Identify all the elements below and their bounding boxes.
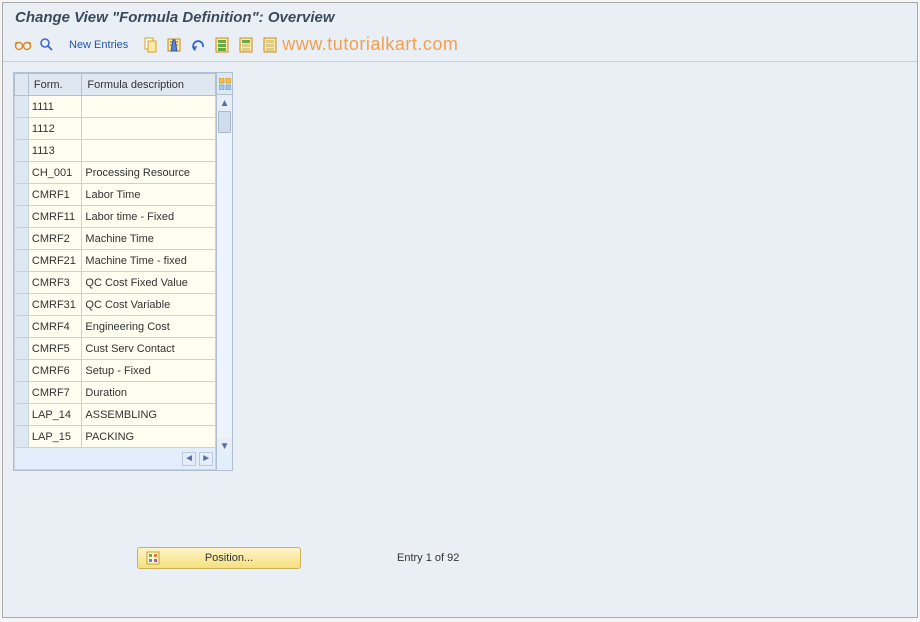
select-block-icon[interactable] bbox=[236, 35, 256, 55]
row-selector[interactable] bbox=[15, 162, 29, 184]
row-selector[interactable] bbox=[15, 272, 29, 294]
form-description-input[interactable] bbox=[82, 96, 215, 117]
form-description-input[interactable] bbox=[82, 272, 215, 293]
form-key-input[interactable] bbox=[29, 294, 82, 315]
table-row bbox=[15, 360, 216, 382]
row-marker-header[interactable] bbox=[15, 74, 29, 96]
scroll-up-icon[interactable]: ▲ bbox=[217, 95, 232, 111]
form-key-input[interactable] bbox=[29, 360, 82, 381]
table-row bbox=[15, 206, 216, 228]
app-window: Change View "Formula Definition": Overvi… bbox=[2, 2, 918, 618]
position-icon bbox=[146, 551, 160, 565]
row-selector[interactable] bbox=[15, 96, 29, 118]
table-row bbox=[15, 250, 216, 272]
form-key-input[interactable] bbox=[29, 426, 82, 447]
form-description-input[interactable] bbox=[82, 250, 215, 271]
watermark-text: www.tutorialkart.com bbox=[282, 34, 458, 55]
form-description-input[interactable] bbox=[82, 426, 215, 447]
page-title: Change View "Formula Definition": Overvi… bbox=[3, 3, 917, 30]
find-icon[interactable] bbox=[37, 35, 57, 55]
formula-table-container: Form. Formula description ◄ ► bbox=[13, 72, 233, 471]
form-key-input[interactable] bbox=[29, 162, 82, 183]
toolbar: New Entries www.tutorialkart.com bbox=[3, 30, 917, 62]
form-key-input[interactable] bbox=[29, 382, 82, 403]
form-description-input[interactable] bbox=[82, 338, 215, 359]
form-description-input[interactable] bbox=[82, 140, 215, 161]
table-row bbox=[15, 382, 216, 404]
column-header-description[interactable]: Formula description bbox=[82, 74, 216, 96]
entry-status: Entry 1 of 92 bbox=[397, 552, 459, 564]
form-description-input[interactable] bbox=[82, 360, 215, 381]
row-selector[interactable] bbox=[15, 206, 29, 228]
form-description-input[interactable] bbox=[82, 206, 215, 227]
table-row bbox=[15, 118, 216, 140]
table-row bbox=[15, 316, 216, 338]
vertical-scrollbar[interactable]: ▲ ▼ bbox=[216, 73, 232, 470]
form-description-input[interactable] bbox=[82, 404, 215, 425]
form-description-input[interactable] bbox=[82, 294, 215, 315]
new-entries-button[interactable]: New Entries bbox=[61, 37, 136, 53]
footer-area: Position... Entry 1 of 92 bbox=[3, 547, 917, 569]
row-selector[interactable] bbox=[15, 184, 29, 206]
scroll-left-icon[interactable]: ◄ bbox=[182, 452, 196, 466]
form-key-input[interactable] bbox=[29, 96, 82, 117]
scroll-right-icon[interactable]: ► bbox=[199, 452, 213, 466]
form-description-input[interactable] bbox=[82, 184, 215, 205]
form-description-input[interactable] bbox=[82, 118, 215, 139]
column-header-form[interactable]: Form. bbox=[28, 74, 82, 96]
row-selector[interactable] bbox=[15, 140, 29, 162]
row-selector[interactable] bbox=[15, 250, 29, 272]
row-selector[interactable] bbox=[15, 338, 29, 360]
table-row bbox=[15, 162, 216, 184]
deselect-all-icon[interactable] bbox=[260, 35, 280, 55]
table-row bbox=[15, 426, 216, 448]
scroll-thumb[interactable] bbox=[218, 111, 231, 133]
form-key-input[interactable] bbox=[29, 228, 82, 249]
content-area: Form. Formula description ◄ ► bbox=[3, 62, 917, 612]
row-selector[interactable] bbox=[15, 316, 29, 338]
scroll-down-icon[interactable]: ▼ bbox=[217, 438, 232, 454]
form-key-input[interactable] bbox=[29, 338, 82, 359]
form-description-input[interactable] bbox=[82, 162, 215, 183]
horizontal-scrollbar[interactable]: ◄ ► bbox=[15, 448, 216, 470]
form-description-input[interactable] bbox=[82, 228, 215, 249]
table-row bbox=[15, 272, 216, 294]
table-row bbox=[15, 404, 216, 426]
table-row bbox=[15, 294, 216, 316]
form-key-input[interactable] bbox=[29, 272, 82, 293]
row-selector[interactable] bbox=[15, 294, 29, 316]
table-row bbox=[15, 140, 216, 162]
row-selector[interactable] bbox=[15, 228, 29, 250]
table-row bbox=[15, 184, 216, 206]
glasses-icon[interactable] bbox=[13, 35, 33, 55]
table-row bbox=[15, 338, 216, 360]
select-all-icon[interactable] bbox=[212, 35, 232, 55]
undo-icon[interactable] bbox=[188, 35, 208, 55]
form-key-input[interactable] bbox=[29, 250, 82, 271]
row-selector[interactable] bbox=[15, 426, 29, 448]
row-selector[interactable] bbox=[15, 118, 29, 140]
delete-icon[interactable] bbox=[164, 35, 184, 55]
row-selector[interactable] bbox=[15, 404, 29, 426]
form-key-input[interactable] bbox=[29, 404, 82, 425]
form-key-input[interactable] bbox=[29, 184, 82, 205]
position-button[interactable]: Position... bbox=[137, 547, 301, 569]
position-button-label: Position... bbox=[166, 552, 292, 564]
row-selector[interactable] bbox=[15, 382, 29, 404]
form-description-input[interactable] bbox=[82, 382, 215, 403]
scroll-track[interactable] bbox=[217, 111, 232, 438]
copy-as-icon[interactable] bbox=[140, 35, 160, 55]
form-key-input[interactable] bbox=[29, 316, 82, 337]
formula-table: Form. Formula description ◄ ► bbox=[14, 73, 216, 470]
form-key-input[interactable] bbox=[29, 118, 82, 139]
form-key-input[interactable] bbox=[29, 206, 82, 227]
table-row bbox=[15, 228, 216, 250]
table-row bbox=[15, 96, 216, 118]
configure-columns-icon[interactable] bbox=[217, 73, 232, 95]
row-selector[interactable] bbox=[15, 360, 29, 382]
form-key-input[interactable] bbox=[29, 140, 82, 161]
form-description-input[interactable] bbox=[82, 316, 215, 337]
